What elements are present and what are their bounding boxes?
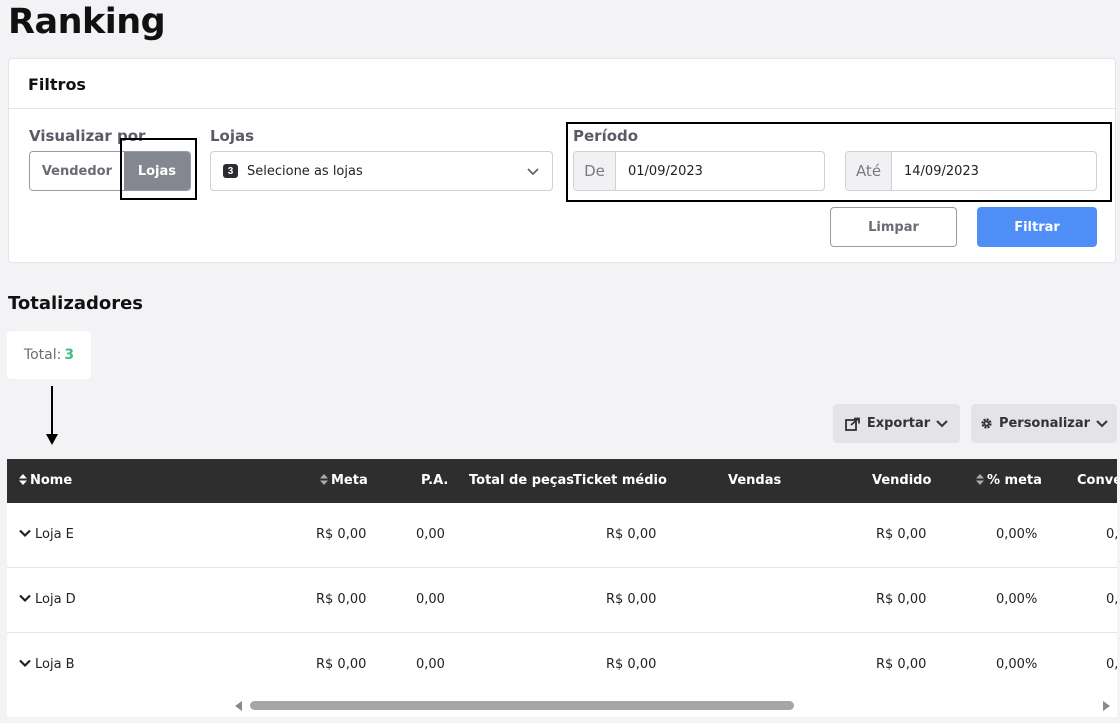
scroll-left-arrow-icon[interactable] (235, 701, 242, 711)
cell-pct-meta: 0,00% (996, 657, 1038, 672)
column-header-meta[interactable]: Meta (320, 473, 368, 488)
filters-card: Filtros Visualizar por Vendedor Lojas Lo… (8, 58, 1116, 263)
export-icon (844, 417, 860, 431)
chevron-down-icon (936, 419, 948, 427)
scroll-thumb[interactable] (250, 701, 794, 710)
cell-meta: R$ 0,00 (316, 592, 367, 607)
lojas-label: Lojas (210, 127, 255, 145)
totalizadores-title: Totalizadores (8, 293, 144, 314)
chevron-down-icon (19, 529, 31, 538)
date-from-input[interactable]: 01/09/2023 (616, 152, 703, 190)
cell-vendido: R$ 0,00 (876, 657, 927, 672)
scroll-right-arrow-icon[interactable] (1103, 701, 1110, 711)
column-header-total-pecas[interactable]: Total de peças (469, 473, 574, 488)
date-to-group: Até 14/09/2023 (845, 151, 1097, 191)
row-expand[interactable]: Loja E (19, 527, 74, 542)
gear-icon (981, 418, 992, 429)
clear-button[interactable]: Limpar (830, 207, 957, 247)
cell-pa: 0,00 (416, 527, 445, 542)
filter-button[interactable]: Filtrar (977, 207, 1097, 247)
column-header-nome[interactable]: Nome (19, 473, 72, 488)
vendedor-option[interactable]: Vendedor (30, 152, 124, 190)
sort-icon (19, 474, 27, 485)
table-row: Loja E R$ 0,00 0,00 R$ 0,00 R$ 0,00 0,00… (7, 503, 1117, 568)
cell-pct-meta: 0,00% (996, 592, 1038, 607)
chevron-down-icon (19, 594, 31, 603)
filters-header: Filtros (9, 59, 1115, 109)
date-to-input[interactable]: 14/09/2023 (892, 152, 979, 190)
cell-ticket-medio: R$ 0,00 (606, 527, 657, 542)
horizontal-scrollbar[interactable] (7, 697, 1117, 713)
column-header-conversao[interactable]: Conve (1077, 473, 1117, 488)
cell-conversao: 0, (1106, 592, 1117, 607)
column-header-vendas[interactable]: Vendas (728, 473, 781, 488)
annotation-arrow-line (51, 386, 53, 436)
customize-label: Personalizar (998, 416, 1091, 431)
sort-icon (976, 474, 984, 485)
column-header-vendido[interactable]: Vendido (872, 473, 931, 488)
sort-icon (320, 474, 328, 485)
row-expand[interactable]: Loja D (19, 592, 76, 607)
page-title: Ranking (8, 2, 166, 42)
selected-count-badge: 3 (223, 164, 238, 178)
cell-conversao: 0, (1106, 657, 1117, 672)
total-value: 3 (64, 347, 75, 363)
table-header: Nome Meta P.A. Total de peças Ticket méd… (7, 459, 1117, 503)
annotation-box-lojas (120, 138, 197, 200)
cell-vendido: R$ 0,00 (876, 592, 927, 607)
column-header-ticket-medio[interactable]: Ticket médio (573, 473, 667, 488)
date-from-group: De 01/09/2023 (573, 151, 825, 191)
chevron-down-icon (1096, 419, 1108, 427)
cell-pa: 0,00 (416, 592, 445, 607)
total-label: Total: (23, 347, 62, 363)
column-header-pa[interactable]: P.A. (421, 473, 448, 488)
date-from-prefix: De (574, 152, 616, 190)
cell-vendido: R$ 0,00 (876, 527, 927, 542)
table-row: Loja B R$ 0,00 0,00 R$ 0,00 R$ 0,00 0,00… (7, 633, 1117, 698)
ranking-table: Nome Meta P.A. Total de peças Ticket méd… (7, 459, 1117, 717)
column-header-pct-meta[interactable]: % meta (976, 473, 1042, 488)
cell-meta: R$ 0,00 (316, 527, 367, 542)
row-expand[interactable]: Loja B (19, 657, 75, 672)
export-button[interactable]: Exportar (833, 404, 960, 443)
date-to-prefix: Até (846, 152, 892, 190)
lojas-select-placeholder: Selecione as lojas (247, 163, 363, 179)
annotation-arrow-head (46, 434, 58, 445)
export-label: Exportar (866, 416, 931, 431)
cell-meta: R$ 0,00 (316, 657, 367, 672)
cell-ticket-medio: R$ 0,00 (606, 657, 657, 672)
cell-pa: 0,00 (416, 657, 445, 672)
table-row: Loja D R$ 0,00 0,00 R$ 0,00 R$ 0,00 0,00… (7, 568, 1117, 633)
cell-ticket-medio: R$ 0,00 (606, 592, 657, 607)
customize-button[interactable]: Personalizar (971, 404, 1117, 443)
lojas-select[interactable]: 3 Selecione as lojas (210, 151, 553, 191)
chevron-down-icon (527, 168, 539, 176)
chevron-down-icon (19, 659, 31, 668)
total-card: Total: 3 (7, 331, 91, 379)
cell-pct-meta: 0,00% (996, 527, 1038, 542)
cell-conversao: 0, (1106, 527, 1117, 542)
